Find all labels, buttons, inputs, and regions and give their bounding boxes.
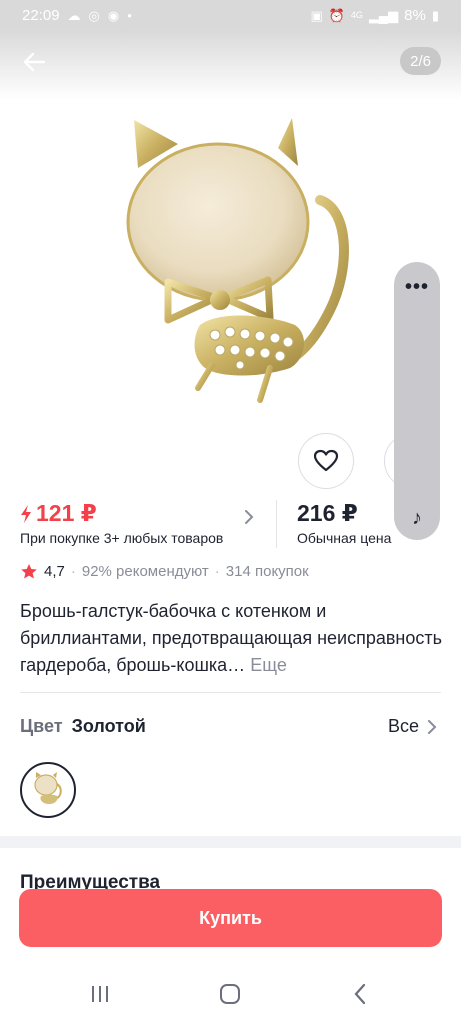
color-value: Золотой [71, 716, 146, 736]
heart-icon [313, 449, 339, 472]
promo-price: 121 ₽ [20, 500, 97, 527]
home-icon [220, 984, 240, 1004]
color-selector-row[interactable]: Цвет Золотой Все [20, 716, 441, 740]
rating-row[interactable]: 4,7 · 92% рекомендуют · 314 покупок [20, 563, 309, 580]
product-gallery[interactable]: 2/6 ••• ♪ [0, 30, 461, 540]
all-colors-link[interactable]: Все [388, 716, 437, 737]
dot-icon: • [127, 7, 132, 23]
system-back-button[interactable] [345, 982, 375, 1006]
promo-price-value: 121 ₽ [36, 500, 97, 526]
network-type: 4G [350, 9, 363, 20]
section-gap [0, 836, 461, 848]
regular-price-note: Обычная цена [297, 530, 392, 546]
separator-dot: · [70, 563, 76, 580]
whatsapp-icon: ◉ [107, 7, 120, 23]
lightning-icon [21, 504, 31, 523]
price-row[interactable]: 121 ₽ При покупке 3+ любых товаров 216 ₽… [20, 500, 441, 550]
sync-icon: ◎ [88, 7, 100, 23]
status-time: 22:09 [22, 6, 60, 24]
back-button[interactable] [18, 46, 50, 78]
product-title-text: Брошь-галстук-бабочка с котенком и брилл… [20, 601, 442, 675]
color-label: Цвет [20, 716, 63, 736]
regular-price: 216 ₽ [297, 500, 358, 526]
star-icon [21, 564, 37, 579]
status-bar: 22:09 ☁ ◎ ◉ • ▣ ⏰ 4G ▂▄▆ 8% ▮ [0, 0, 461, 30]
home-button[interactable] [215, 982, 245, 1006]
rating-value: 4,7 [44, 563, 65, 580]
purchases-text: 314 покупок [225, 563, 309, 580]
more-link[interactable]: Еще [250, 655, 287, 675]
alarm-icon: ⏰ [328, 7, 345, 23]
system-nav-bar [0, 960, 461, 1024]
promo-note: При покупке 3+ любых товаров [20, 530, 224, 546]
arrow-left-icon [23, 52, 45, 72]
product-image [126, 118, 349, 403]
all-colors-label: Все [387, 716, 419, 736]
color-swatch-thumbnail [34, 772, 62, 804]
floating-side-panel[interactable]: ••• ♪ [394, 262, 440, 540]
more-dots-icon[interactable]: ••• [394, 276, 440, 299]
chevron-left-icon [354, 983, 366, 1005]
recent-apps-icon [92, 986, 108, 1002]
recent-apps-button[interactable] [85, 982, 115, 1006]
gallery-counter: 2/6 [400, 47, 441, 75]
product-title[interactable]: Брошь-галстук-бабочка с котенком и брилл… [20, 598, 445, 679]
price-divider [276, 500, 277, 548]
chevron-right-icon[interactable] [242, 510, 256, 524]
chevron-right-icon [428, 719, 437, 734]
lock-icon: ▣ [310, 7, 323, 23]
battery-percent: 8% [404, 6, 426, 24]
divider [20, 692, 441, 693]
color-swatch-selected[interactable] [20, 762, 76, 818]
cloud-icon: ☁ [67, 7, 81, 23]
recommend-text: 92% рекомендуют [81, 563, 209, 580]
battery-icon: ▮ [431, 7, 439, 23]
buy-button[interactable]: Купить [19, 889, 442, 947]
separator-dot: · [214, 563, 220, 580]
signal-icon: ▂▄▆ [368, 7, 399, 23]
favorite-button[interactable] [298, 433, 354, 489]
